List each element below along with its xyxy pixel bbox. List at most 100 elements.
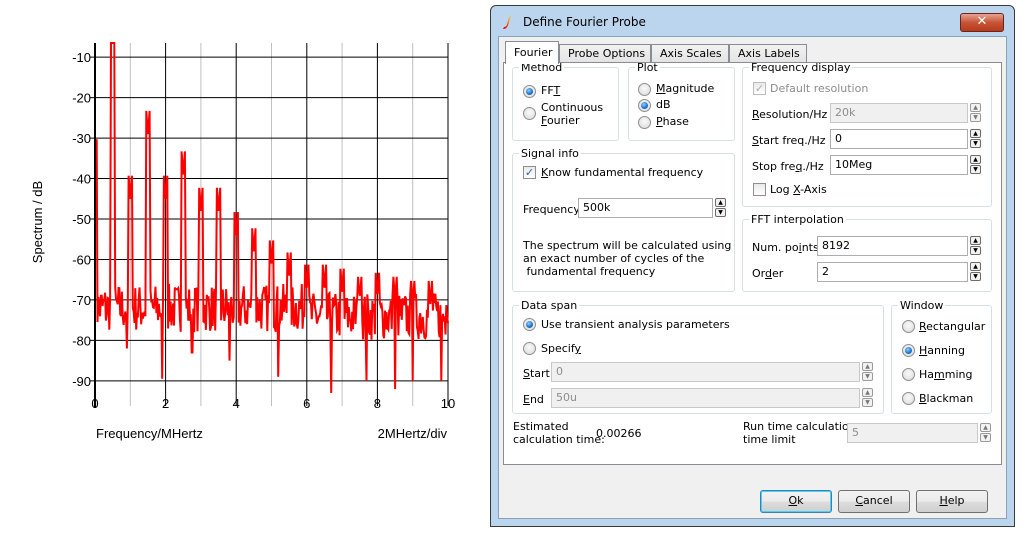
num-points-spinner[interactable]: ▲ ▼ bbox=[970, 236, 981, 256]
window-hamming-label[interactable]: Hamming bbox=[919, 368, 972, 381]
specify-radio[interactable] bbox=[523, 342, 536, 355]
spectrum-chart: -10 -20 -30 -40 -50 -60 -70 -80 -90 0 2 4 6 8 10 Spect… bbox=[0, 0, 490, 531]
num-points-input[interactable]: 8192 bbox=[817, 236, 968, 256]
signal-note-line2: an exact number of cycles of the bbox=[523, 252, 705, 265]
method-continuous-fourier-label[interactable]: Continuous Fourier bbox=[541, 101, 603, 127]
tab-label: Fourier bbox=[514, 46, 553, 59]
window-hanning-radio[interactable] bbox=[902, 344, 915, 357]
stop-freq-spinner[interactable]: ▲ ▼ bbox=[970, 155, 981, 175]
spin-up-icon[interactable]: ▲ bbox=[970, 129, 981, 138]
order-input[interactable]: 2 bbox=[817, 262, 968, 282]
use-transient-label[interactable]: Use transient analysis parameters bbox=[541, 318, 730, 331]
window-hamming-radio[interactable] bbox=[902, 368, 915, 381]
resolution-spinner[interactable]: ▲ ▼ bbox=[970, 103, 981, 123]
x-scale-note: 2MHertz/div bbox=[378, 426, 448, 441]
x-tick-label: 4 bbox=[233, 396, 240, 411]
spin-up-icon[interactable]: ▲ bbox=[862, 362, 873, 371]
spin-up-icon[interactable]: ▲ bbox=[970, 262, 981, 271]
y-tick-label: -40 bbox=[72, 172, 91, 187]
window-rectangular-label[interactable]: Rectangular bbox=[919, 320, 985, 333]
spin-down-icon[interactable]: ▼ bbox=[862, 398, 873, 407]
spin-down-icon[interactable]: ▼ bbox=[715, 208, 726, 217]
spin-down-icon[interactable]: ▼ bbox=[970, 272, 981, 281]
x-axis-label: Frequency/MHertz bbox=[96, 426, 203, 441]
spin-down-icon[interactable]: ▼ bbox=[970, 139, 981, 148]
stop-freq-label: Stop freq./Hz bbox=[752, 160, 824, 173]
estimated-time-label: Estimated calculation time: bbox=[513, 420, 605, 446]
window-blackman-radio[interactable] bbox=[902, 392, 915, 405]
plot-db-radio[interactable] bbox=[638, 99, 651, 112]
run-time-limit-spinner[interactable]: ▲ ▼ bbox=[980, 423, 991, 443]
span-start-input[interactable]: 0 bbox=[551, 362, 860, 382]
method-fft-radio[interactable] bbox=[523, 85, 536, 98]
spin-up-icon[interactable]: ▲ bbox=[980, 423, 991, 432]
spin-up-icon[interactable]: ▲ bbox=[862, 388, 873, 397]
use-transient-radio[interactable] bbox=[523, 318, 536, 331]
plot-phase-label[interactable]: Phase bbox=[656, 115, 689, 128]
x-tick-label: 6 bbox=[303, 396, 310, 411]
window-hanning-label[interactable]: Hanning bbox=[919, 344, 965, 357]
close-button[interactable]: ✕ bbox=[960, 13, 1004, 32]
y-tick-label: -60 bbox=[72, 252, 91, 267]
log-x-axis-checkbox[interactable] bbox=[753, 183, 766, 196]
define-fourier-probe-dialog: Define Fourier Probe ✕ Fourier Probe Opt… bbox=[490, 5, 1015, 527]
simetrix-s-logo-icon bbox=[503, 15, 514, 29]
resolution-input[interactable]: 20k bbox=[830, 103, 968, 123]
default-resolution-checkbox[interactable]: ✓ bbox=[753, 82, 766, 95]
frequency-spinner[interactable]: ▲ ▼ bbox=[715, 198, 726, 218]
frequency-display-legend: Frequency display bbox=[751, 61, 851, 74]
y-axis-label: Spectrum / dB bbox=[30, 181, 45, 263]
stop-freq-input[interactable]: 10Meg bbox=[830, 155, 968, 175]
y-tick-label: -30 bbox=[72, 131, 91, 146]
method-continuous-fourier-radio[interactable] bbox=[523, 107, 536, 120]
plot-db-label[interactable]: dB bbox=[656, 98, 671, 111]
know-fundamental-checkbox[interactable]: ✓ bbox=[523, 166, 536, 179]
spin-up-icon[interactable]: ▲ bbox=[715, 198, 726, 207]
x-tick-label: 8 bbox=[374, 396, 381, 411]
default-resolution-label: Default resolution bbox=[770, 82, 869, 95]
tab-label: Probe Options bbox=[568, 47, 646, 60]
y-tick-label: -20 bbox=[72, 91, 91, 106]
fft-interpolation-legend: FFT interpolation bbox=[751, 213, 844, 226]
start-freq-spinner[interactable]: ▲ ▼ bbox=[970, 129, 981, 149]
ok-button[interactable]: Ok bbox=[760, 490, 832, 513]
plot-phase-radio[interactable] bbox=[638, 116, 651, 129]
span-start-label: Start bbox=[523, 367, 550, 380]
log-x-axis-label[interactable]: Log X-Axis bbox=[770, 183, 827, 196]
order-label: Order bbox=[752, 267, 784, 280]
x-tick-label: 2 bbox=[162, 396, 169, 411]
spin-down-icon[interactable]: ▼ bbox=[970, 113, 981, 122]
span-end-label: End bbox=[523, 393, 544, 406]
y-tick-label: -10 bbox=[72, 50, 91, 65]
y-tick-label: -80 bbox=[72, 333, 91, 348]
spin-down-icon[interactable]: ▼ bbox=[970, 246, 981, 255]
tab-label: Axis Scales bbox=[660, 47, 722, 60]
plot-magnitude-radio[interactable] bbox=[638, 83, 651, 96]
start-freq-input[interactable]: 0 bbox=[830, 129, 968, 149]
window-blackman-label[interactable]: Blackman bbox=[919, 392, 973, 405]
spin-down-icon[interactable]: ▼ bbox=[970, 165, 981, 174]
spin-down-icon[interactable]: ▼ bbox=[980, 433, 991, 442]
spin-up-icon[interactable]: ▲ bbox=[970, 155, 981, 164]
span-start-spinner[interactable]: ▲ ▼ bbox=[862, 362, 873, 382]
tab-fourier[interactable]: Fourier bbox=[505, 41, 559, 64]
specify-label[interactable]: Specify bbox=[541, 342, 581, 355]
method-fft-label[interactable]: FFT bbox=[541, 84, 560, 97]
frequency-input[interactable]: 500k bbox=[578, 198, 713, 218]
plot-magnitude-label[interactable]: Magnitude bbox=[656, 82, 714, 95]
help-button[interactable]: Help bbox=[916, 490, 988, 513]
order-spinner[interactable]: ▲ ▼ bbox=[970, 262, 981, 282]
spin-up-icon[interactable]: ▲ bbox=[970, 236, 981, 245]
estimated-time-value: 0.00266 bbox=[596, 427, 642, 440]
spin-up-icon[interactable]: ▲ bbox=[970, 103, 981, 112]
window-rectangular-radio[interactable] bbox=[902, 320, 915, 333]
cancel-button[interactable]: Cancel bbox=[838, 490, 910, 513]
signal-note-line3: fundamental frequency bbox=[523, 265, 656, 278]
run-time-limit-input[interactable]: 5 bbox=[847, 423, 978, 443]
title-bar[interactable]: Define Fourier Probe ✕ bbox=[491, 6, 1014, 36]
span-end-input[interactable]: 50u bbox=[551, 388, 860, 408]
close-icon: ✕ bbox=[976, 14, 988, 29]
spin-down-icon[interactable]: ▼ bbox=[862, 372, 873, 381]
span-end-spinner[interactable]: ▲ ▼ bbox=[862, 388, 873, 408]
know-fundamental-label[interactable]: Know fundamental frequency bbox=[541, 166, 703, 179]
